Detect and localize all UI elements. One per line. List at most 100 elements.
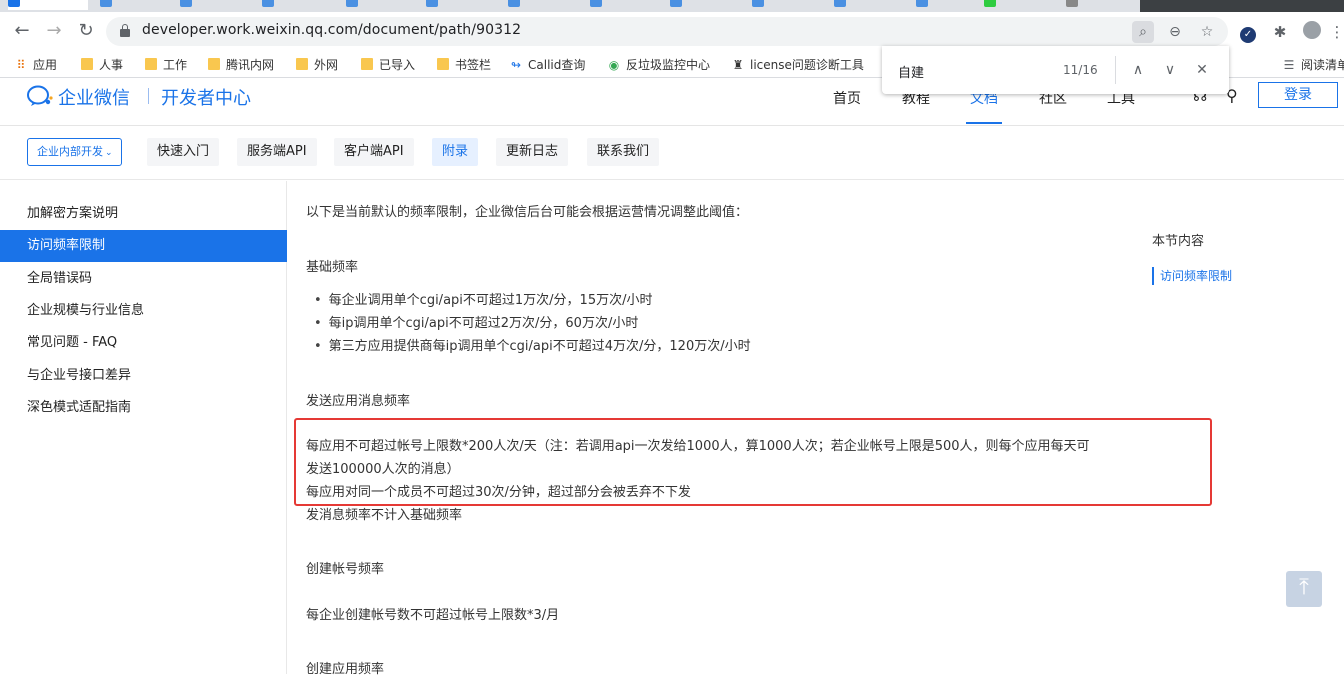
- folder-icon: [361, 58, 373, 70]
- folder-icon: [81, 58, 93, 70]
- bookmark-link[interactable]: ♜ license问题诊断工具: [731, 56, 864, 73]
- find-close-icon[interactable]: ✕: [1190, 58, 1214, 82]
- subtab-contact[interactable]: 联系我们: [587, 138, 660, 166]
- sidebar-item-api-diff[interactable]: 与企业号接口差异: [0, 360, 287, 392]
- link-icon: ↬: [510, 58, 522, 72]
- favicon-icon: [508, 0, 520, 7]
- sidebar-item-industry-info[interactable]: 企业规模与行业信息: [0, 295, 287, 327]
- favicon-icon: [1066, 0, 1078, 7]
- find-in-page-icon[interactable]: ⌕: [1132, 21, 1154, 43]
- toc-link-rate-limit[interactable]: 访问频率限制: [1160, 267, 1232, 284]
- favicon-icon: [346, 0, 358, 7]
- back-icon[interactable]: ←: [10, 19, 34, 43]
- browser-tab[interactable]: [1066, 0, 1146, 10]
- browser-tab[interactable]: [984, 0, 1064, 10]
- dev-type-select[interactable]: 企业内部开发 ⌄: [27, 138, 122, 166]
- bookmark-folder[interactable]: 人事: [81, 56, 123, 73]
- browser-tab[interactable]: [180, 0, 260, 10]
- browser-tab[interactable]: [426, 0, 506, 10]
- favicon-icon: [8, 0, 20, 7]
- doc-subnav: 企业内部开发 ⌄ 快速入门 服务端API 客户端API 附录 更新日志 联系我们: [0, 126, 1344, 180]
- browser-tab[interactable]: [346, 0, 426, 10]
- window-controls-area: [1140, 0, 1344, 12]
- folder-icon: [437, 58, 449, 70]
- doc-sidebar: 加解密方案说明 访问频率限制 全局错误码 企业规模与行业信息 常见问题 - FA…: [0, 181, 287, 674]
- find-input[interactable]: 自建: [898, 62, 924, 81]
- bookmark-apps[interactable]: ⠿ 应用: [14, 56, 57, 73]
- extensions-puzzle-icon[interactable]: ✱: [1269, 21, 1291, 43]
- chevron-down-icon: ⌄: [105, 148, 113, 158]
- sidebar-item-encryption[interactable]: 加解密方案说明: [0, 198, 287, 230]
- list-item: 第三方应用提供商每ip调用单个cgi/api不可超过4万次/分，120万次/小时: [314, 336, 751, 358]
- list-item: 每企业调用单个cgi/api不可超过1万次/分，15万次/小时: [314, 290, 653, 312]
- nav-home[interactable]: 首页: [833, 88, 861, 108]
- find-next-icon[interactable]: ∨: [1158, 58, 1182, 82]
- section-heading-message: 发送应用消息频率: [306, 394, 411, 409]
- subtab-client-api[interactable]: 客户端API: [334, 138, 414, 166]
- extension-check-icon[interactable]: ✓: [1237, 21, 1259, 43]
- subtab-appendix[interactable]: 附录: [432, 138, 479, 166]
- wecom-logo-icon[interactable]: [26, 84, 54, 108]
- address-bar[interactable]: developer.work.weixin.qq.com/document/pa…: [106, 17, 1228, 46]
- bookmark-folder[interactable]: 已导入: [361, 56, 415, 73]
- favicon-icon: [180, 0, 192, 7]
- bookmark-folder[interactable]: 工作: [145, 56, 187, 73]
- browser-menu-icon[interactable]: ⋮: [1326, 21, 1344, 43]
- logo-subtitle[interactable]: 开发者中心: [161, 84, 251, 110]
- tool-icon: ♜: [732, 58, 744, 72]
- reading-list-button[interactable]: ☰ 阅读清单: [1282, 56, 1344, 73]
- folder-icon: [296, 58, 308, 70]
- find-previous-icon[interactable]: ∧: [1126, 58, 1150, 82]
- subtab-server-api[interactable]: 服务端API: [237, 138, 317, 166]
- browser-tab[interactable]: [752, 0, 832, 10]
- zoom-icon[interactable]: ⊖: [1164, 21, 1186, 43]
- bookmark-folder[interactable]: 腾讯内网: [208, 56, 274, 73]
- browser-tab-active[interactable]: [8, 0, 88, 10]
- reload-icon[interactable]: ↻: [74, 19, 98, 43]
- browser-tab[interactable]: [100, 0, 180, 10]
- find-bar: 自建 11/16 ∧ ∨ ✕: [882, 46, 1229, 94]
- list-item: 每ip调用单个cgi/api不可超过2万次/分，60万次/小时: [314, 313, 639, 335]
- login-button[interactable]: 登录: [1258, 82, 1338, 108]
- browser-tab[interactable]: [508, 0, 588, 10]
- toc-active-indicator: [1152, 267, 1154, 285]
- find-divider: [1115, 56, 1116, 84]
- apps-grid-icon: ⠿: [16, 58, 26, 72]
- toolbar: ← → ↻ developer.work.weixin.qq.com/docum…: [0, 12, 1344, 50]
- favicon-icon: [916, 0, 928, 7]
- bookmark-link[interactable]: ◉ 反垃圾监控中心: [607, 56, 710, 73]
- favicon-icon: [590, 0, 602, 7]
- reading-list-icon: ☰: [1283, 58, 1295, 72]
- folder-icon: [145, 58, 157, 70]
- bookmark-link[interactable]: ↬ Callid查询: [509, 56, 585, 73]
- account-limit-text: 每企业创建帐号数不可超过帐号上限数*3/月: [306, 608, 560, 623]
- chrome-icon: ◉: [608, 58, 620, 72]
- sidebar-item-dark-mode[interactable]: 深色模式适配指南: [0, 392, 287, 424]
- browser-tab[interactable]: [590, 0, 670, 10]
- profile-avatar-icon[interactable]: [1301, 21, 1323, 43]
- sidebar-item-rate-limit[interactable]: 访问频率限制: [0, 230, 287, 262]
- browser-tab[interactable]: [262, 0, 342, 10]
- find-match-count: 11/16: [1063, 63, 1098, 77]
- lock-icon[interactable]: [120, 24, 130, 37]
- back-to-top-icon[interactable]: ⤒: [1286, 571, 1322, 607]
- logo-divider: [148, 88, 149, 104]
- intro-text: 以下是当前默认的频率限制，企业微信后台可能会根据运营情况调整此阈值：: [306, 205, 749, 220]
- favicon-icon: [426, 0, 438, 7]
- bookmark-folder[interactable]: 书签栏: [437, 56, 491, 73]
- section-heading-basic: 基础频率: [306, 260, 359, 275]
- bookmark-folder[interactable]: 外网: [296, 56, 338, 73]
- tab-strip: [0, 0, 1344, 12]
- toc-title: 本节内容: [1152, 234, 1205, 249]
- forward-icon[interactable]: →: [42, 19, 66, 43]
- logo-text[interactable]: 企业微信: [58, 84, 130, 110]
- browser-tab[interactable]: [670, 0, 750, 10]
- sidebar-item-faq[interactable]: 常见问题 - FAQ: [0, 327, 287, 359]
- subtab-changelog[interactable]: 更新日志: [496, 138, 569, 166]
- subtab-quickstart[interactable]: 快速入门: [147, 138, 220, 166]
- url-text[interactable]: developer.work.weixin.qq.com/document/pa…: [142, 22, 521, 38]
- sidebar-item-error-codes[interactable]: 全局错误码: [0, 263, 287, 295]
- bookmark-star-icon[interactable]: ☆: [1196, 21, 1218, 43]
- browser-tab[interactable]: [834, 0, 914, 10]
- highlight-annotation-box: [294, 418, 1212, 506]
